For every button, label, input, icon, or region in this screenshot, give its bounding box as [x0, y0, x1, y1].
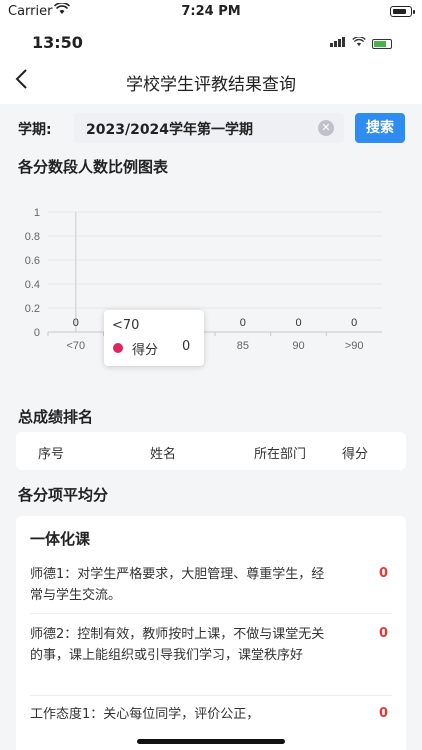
- semester-filter: 学期: 2023/2024学年第一学期 ✕ 搜索: [0, 110, 422, 146]
- y-tick-label: 0.6: [25, 255, 40, 267]
- ranking-table-header: 序号 姓名 所在部门 得分: [16, 432, 406, 470]
- col-index: 序号: [38, 447, 65, 462]
- y-tick-label: 1: [34, 207, 40, 219]
- battery-icon: [372, 38, 392, 49]
- y-tick-label: 0: [34, 327, 40, 339]
- item-score: 0: [378, 566, 388, 581]
- outer-clock: 7:24 PM: [181, 4, 241, 19]
- x-tick-label: 90: [292, 340, 304, 352]
- data-label: 0: [295, 317, 301, 329]
- x-tick-label: 85: [237, 340, 249, 352]
- item-text: 工作态度1：关心每位同学，评价公正，: [30, 707, 260, 722]
- col-department: 所在部门: [254, 447, 307, 462]
- chart-section-title: 各分数段人数比例图表: [18, 158, 169, 176]
- semester-select[interactable]: 2023/2024学年第一学期 ✕: [74, 113, 344, 143]
- col-score: 得分: [342, 447, 369, 462]
- outer-status-bar: Carrier 7:24 PM: [0, 0, 422, 24]
- ranking-title: 总成绩排名: [18, 408, 94, 426]
- data-label: 0: [73, 317, 79, 329]
- list-item: 师德2：控制有效，教师按时上课，不做与课堂无关的事，课上能组织或引导我们学习，课…: [30, 624, 392, 696]
- inner-status-bar: 13:50: [0, 24, 422, 60]
- inner-clock: 13:50: [32, 33, 83, 52]
- data-label: 0: [351, 317, 357, 329]
- page-title: 学校学生评教结果查询: [126, 75, 296, 95]
- battery-icon: [390, 6, 415, 17]
- list-item: 工作态度1：关心每位同学，评价公正， 0: [30, 704, 392, 734]
- semester-value: 2023/2024学年第一学期: [86, 122, 254, 138]
- y-tick-label: 0.4: [25, 279, 40, 291]
- home-indicator: [137, 739, 285, 744]
- search-button[interactable]: 搜索: [355, 113, 405, 143]
- col-name: 姓名: [150, 447, 177, 462]
- item-text: 师德1：对学生严格要求，大胆管理、尊重学生，经常与学生交流。: [30, 567, 325, 603]
- semester-label: 学期:: [18, 122, 52, 138]
- tooltip-title: <70: [112, 318, 140, 333]
- signal-icon: [330, 37, 346, 50]
- category-title: 一体化课: [30, 530, 91, 548]
- chart-tooltip: <70 得分 0: [104, 310, 204, 366]
- item-score: 0: [378, 626, 388, 641]
- averages-card: 一体化课 师德1：对学生严格要求，大胆管理、尊重学生，经常与学生交流。 0 师德…: [16, 516, 406, 750]
- item-text: 师德2：控制有效，教师按时上课，不做与课堂无关的事，课上能组织或引导我们学习，课…: [30, 627, 325, 663]
- inner-status-icons: [330, 36, 392, 50]
- data-label: 0: [240, 317, 246, 329]
- tooltip-series-label: 得分: [132, 343, 159, 358]
- series-dot-icon: [113, 343, 123, 353]
- chart-svg: 00.20.40.60.81<700700800850900>900: [25, 207, 382, 352]
- list-item: 师德1：对学生严格要求，大胆管理、尊重学生，经常与学生交流。 0: [30, 564, 392, 614]
- score-distribution-chart: 00.20.40.60.81<700700800850900>900: [0, 196, 422, 366]
- x-tick-label: <70: [66, 340, 85, 352]
- item-score: 0: [378, 706, 388, 721]
- nav-bar: 学校学生评教结果查询: [0, 60, 422, 104]
- tooltip-value: 0: [182, 339, 191, 354]
- y-tick-label: 0.8: [25, 231, 40, 243]
- averages-title: 各分项平均分: [18, 486, 109, 504]
- x-tick-label: >90: [345, 340, 364, 352]
- clear-icon[interactable]: ✕: [318, 120, 334, 136]
- wifi-icon: [352, 36, 366, 50]
- y-tick-label: 0.2: [25, 303, 40, 315]
